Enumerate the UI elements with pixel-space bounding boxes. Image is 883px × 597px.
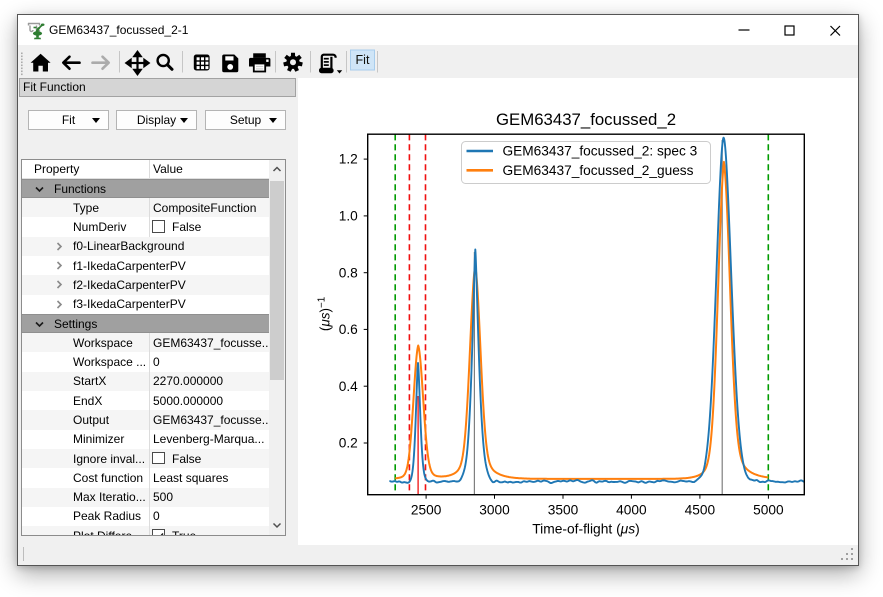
svg-text:Fit: Fit [356,53,370,67]
